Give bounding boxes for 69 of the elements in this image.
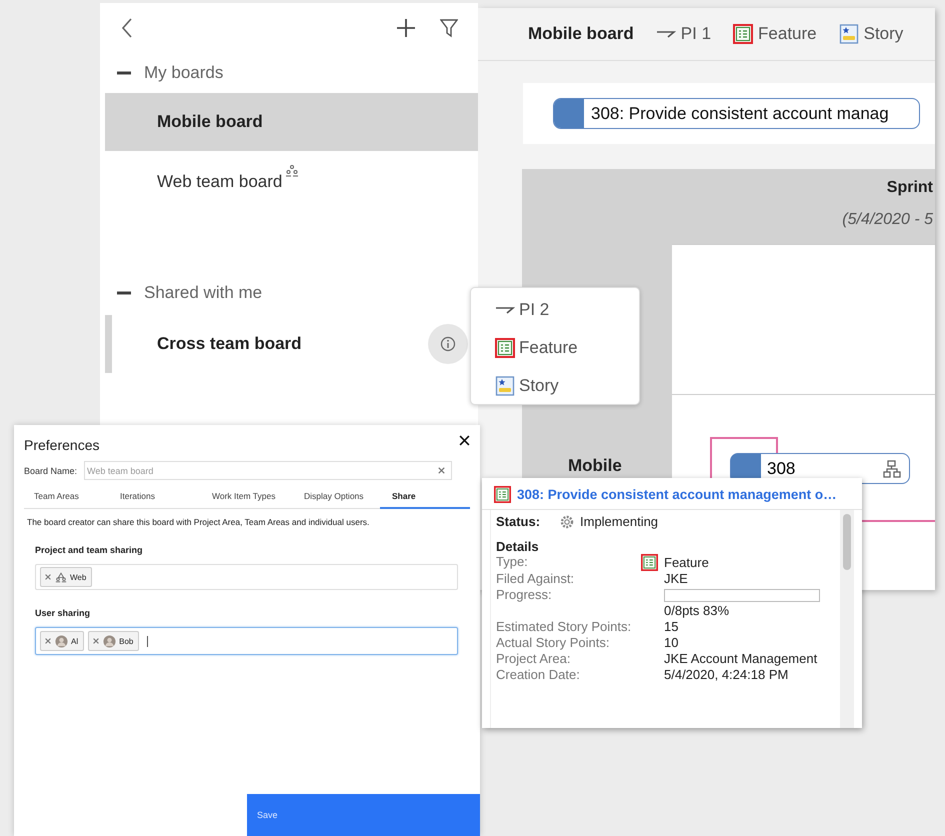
row-label: Mobile <box>568 456 622 475</box>
remove-icon[interactable] <box>437 466 446 475</box>
section-title: User sharing <box>35 608 92 618</box>
back-icon[interactable] <box>120 17 134 39</box>
status-value: Implementing <box>580 514 658 529</box>
field-label: Board Name: <box>24 466 78 476</box>
filter-chip[interactable]: Feature <box>733 24 817 44</box>
feature-icon <box>494 486 511 503</box>
board-name-field[interactable]: Web team board <box>84 461 452 480</box>
tab[interactable]: Display Options <box>294 486 380 508</box>
field-label: Type: <box>496 554 529 571</box>
field-label: Progress: <box>496 587 553 604</box>
field-value: JKE Account Management <box>664 651 818 667</box>
tab[interactable]: Work Item Types <box>212 486 294 508</box>
board-title: Mobile board <box>528 24 634 44</box>
field-label: Filed Against: <box>496 571 576 587</box>
tab[interactable]: Iterations <box>110 486 202 508</box>
filter-chip[interactable]: PI 1 <box>656 24 712 44</box>
gear-icon <box>560 514 574 528</box>
work-item-link[interactable]: 308: Provide consistent account management o… <box>517 487 837 502</box>
field-value: Feature <box>664 554 709 570</box>
token-chip[interactable]: Al <box>40 631 84 651</box>
field-value: 15 <box>664 619 678 635</box>
token-field[interactable]: Al Bob <box>35 627 458 655</box>
field-value: 5/4/2020, 4:24:18 PM <box>664 667 788 683</box>
avatar-icon <box>55 634 68 648</box>
section-title: Shared with me <box>144 283 262 303</box>
feature-icon <box>733 24 754 44</box>
story-icon <box>495 376 515 396</box>
status-label: Status: <box>496 514 542 529</box>
field-label: Creation Date: <box>496 667 581 683</box>
section-title: Project and team sharing <box>35 545 144 555</box>
field-label: Project Area: <box>496 651 572 667</box>
filter-icon[interactable] <box>440 18 458 38</box>
remove-icon[interactable] <box>92 637 100 645</box>
board-list-item[interactable]: Mobile board <box>105 93 478 151</box>
work-item-card[interactable]: 308: Provide consistent account manag <box>553 98 920 129</box>
team-icon <box>55 572 67 582</box>
feature-icon <box>495 338 515 358</box>
dialog-title: Preferences <box>24 437 100 453</box>
token-field[interactable]: Web <box>35 564 458 590</box>
remove-icon[interactable] <box>44 637 52 645</box>
story-icon <box>838 24 859 44</box>
remove-icon[interactable] <box>44 573 52 581</box>
add-icon[interactable] <box>396 18 416 38</box>
field-value: 10 <box>664 635 678 651</box>
column-title: Sprint <box>886 179 933 197</box>
hierarchy-icon <box>883 460 901 478</box>
field-label: Estimated Story Points: <box>496 619 632 635</box>
scrollbar[interactable] <box>840 510 854 728</box>
token-chip[interactable]: Web <box>40 567 92 587</box>
filter-chip[interactable]: Story <box>838 24 904 44</box>
feature-icon <box>641 554 658 571</box>
board-list-item[interactable]: Web team board <box>105 153 478 211</box>
details-title: Details <box>496 539 540 554</box>
info-icon <box>440 336 456 352</box>
save-button[interactable]: Save <box>247 794 480 836</box>
description-text: The board creator can share this board with Project Area, Team Areas and individual users. <box>27 517 370 527</box>
field-value: 0/8pts 83% <box>664 603 730 619</box>
avatar-icon <box>103 634 116 648</box>
field-label: Actual Story Points: <box>496 635 610 651</box>
info-button[interactable] <box>428 324 468 364</box>
token-chip[interactable]: Bob <box>88 631 140 651</box>
close-icon[interactable] <box>459 435 470 446</box>
tab[interactable]: Team Areas <box>24 486 110 508</box>
section-title: My boards <box>144 63 224 83</box>
column-dates: (5/4/2020 - 5 <box>842 211 933 229</box>
field-value: JKE <box>664 571 688 587</box>
tab[interactable]: Share <box>380 486 470 509</box>
